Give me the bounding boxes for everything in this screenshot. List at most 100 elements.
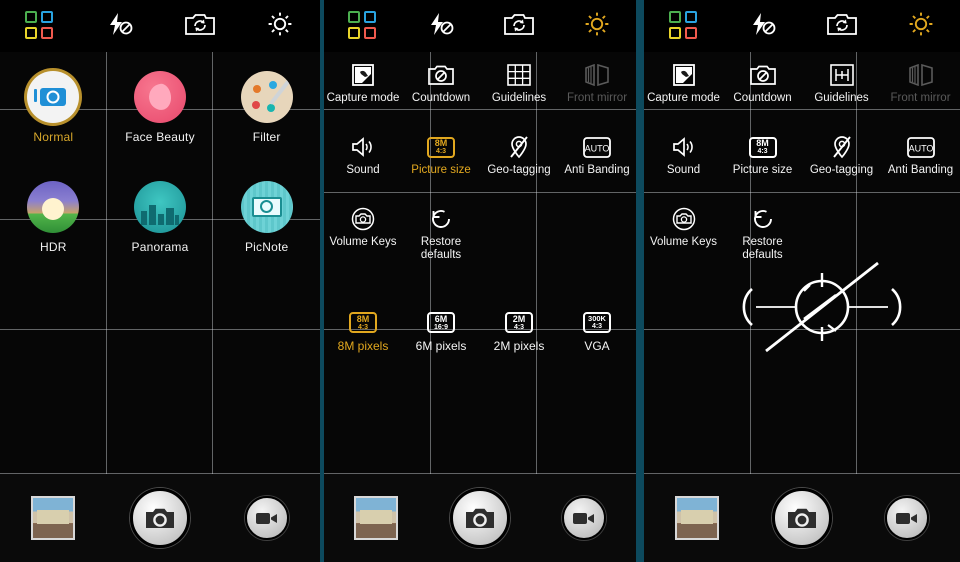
svg-text:AUTO: AUTO [585,143,610,153]
setting-capture-mode[interactable]: Capture mode [324,52,402,124]
front-mirror-icon [906,62,936,88]
video-record-button[interactable] [213,496,320,540]
video-record-button[interactable] [532,496,636,540]
setting-label: Volume Keys [649,236,718,248]
settings-button[interactable] [558,0,636,52]
sound-icon [348,134,378,160]
settings-button[interactable] [881,0,960,52]
mode-picnote-icon [240,180,293,233]
setting-front-mirror[interactable]: Front mirror [881,52,960,124]
shutter-button[interactable] [749,488,854,548]
panel-settings-gesture: Capture mode Countdown Guidelines Front … [640,0,960,562]
setting-label: Sound [346,164,380,176]
setting-guidelines[interactable]: Guidelines [480,52,558,124]
mode-filter-icon [240,70,293,123]
mode-label: HDR [40,239,67,254]
shutter-button[interactable] [428,488,532,548]
chip-resolution: 8M [356,313,370,324]
setting-countdown[interactable]: Countdown [723,52,802,124]
video-record-button[interactable] [855,496,960,540]
viewfinder-p3[interactable]: Capture mode Countdown Guidelines Front … [644,52,960,474]
setting-label: Picture size [732,164,793,176]
top-toolbar-p3 [644,0,960,52]
shutter-button[interactable] [107,488,214,548]
setting-picture-size[interactable]: 8M 4:3 Picture size [723,124,802,196]
setting-geo-tagging[interactable]: Geo-tagging [802,124,881,196]
mode-item-face-beauty[interactable]: Face Beauty [107,52,214,162]
flash-button[interactable] [402,0,480,52]
setting-front-mirror[interactable]: Front mirror [558,52,636,124]
setting-volume-keys[interactable]: Volume Keys [644,196,723,268]
gallery-thumbnail-button[interactable] [644,496,749,540]
setting-label: Capture mode [326,92,400,104]
anti-banding-auto-icon: AUTO [906,134,936,160]
settings-gear-icon [907,10,935,43]
switch-camera-button[interactable] [802,0,881,52]
picture-size-label: VGA [584,339,610,353]
switch-camera-button[interactable] [480,0,558,52]
modes-grid-button[interactable] [324,0,402,52]
setting-anti-banding[interactable]: AUTO Anti Banding [558,124,636,196]
picture-size-option-2m[interactable]: 2M 4:3 2M pixels [480,312,558,353]
picture-size-option-6m[interactable]: 6M 16:9 6M pixels [402,312,480,353]
flash-button[interactable] [80,0,160,52]
chip-resolution: 2M [512,313,526,324]
setting-restore-defaults[interactable]: Restore defaults [723,196,802,268]
flash-button[interactable] [723,0,802,52]
picture-size-option-vga[interactable]: 300K 4:3 VGA [558,312,636,353]
setting-sound[interactable]: Sound [324,124,402,196]
switch-camera-button[interactable] [160,0,240,52]
setting-label: Capture mode [647,92,720,104]
chip-aspect: 4:3 [435,148,447,155]
chip-resolution: 6M [434,313,448,324]
setting-guidelines[interactable]: Guidelines [802,52,881,124]
viewfinder-p2[interactable]: Capture mode Countdown Guidelines Front … [324,52,636,474]
mode-label: Panorama [131,239,189,254]
setting-capture-mode[interactable]: Capture mode [644,52,723,124]
setting-empty-2 [881,196,960,268]
guidelines-center-icon [827,62,857,88]
setting-sound[interactable]: Sound [644,124,723,196]
countdown-icon [426,62,456,88]
setting-label: Anti Banding [887,164,954,176]
camera-app-screenshot: Normal Face Beauty Filter HDR Panorama P… [0,0,960,562]
mode-item-filter[interactable]: Filter [213,52,320,162]
bottom-toolbar-p1 [0,474,320,562]
flash-off-icon [426,11,456,42]
modes-grid-button[interactable] [0,0,80,52]
mode-item-panorama[interactable]: Panorama [107,162,214,272]
setting-label: Restore defaults [420,236,462,261]
panel-mode-chooser: Normal Face Beauty Filter HDR Panorama P… [0,0,320,562]
shutter-icon [771,488,832,548]
setting-countdown[interactable]: Countdown [402,52,480,124]
mode-face-beauty-icon [133,70,186,123]
gallery-thumbnail-button[interactable] [324,496,428,540]
picture-size-icon: 8M 4:3 [748,134,778,160]
setting-empty-1 [802,196,881,268]
setting-anti-banding[interactable]: AUTO Anti Banding [881,124,960,196]
bottom-toolbar-p2 [324,474,636,562]
setting-label: Volume Keys [329,236,397,248]
viewfinder-p1[interactable]: Normal Face Beauty Filter HDR Panorama P… [0,52,320,474]
modes-grid-button[interactable] [644,0,723,52]
last-photo-thumbnail [31,496,76,540]
settings-button[interactable] [240,0,320,52]
settings-gear-icon [266,10,294,43]
mode-item-normal[interactable]: Normal [0,52,107,162]
picture-size-option-8m[interactable]: 8M 4:3 8M pixels [324,312,402,353]
guidelines-grid-icon [504,62,534,88]
gallery-thumbnail-button[interactable] [0,496,107,540]
switch-camera-icon [184,11,216,42]
setting-volume-keys[interactable]: Volume Keys [324,196,402,268]
switch-camera-icon [503,11,535,42]
grid-line-h3 [644,329,960,330]
mode-item-picnote[interactable]: PicNote [213,162,320,272]
setting-picture-size[interactable]: 8M 4:3 Picture size [402,124,480,196]
svg-text:AUTO: AUTO [908,143,933,153]
picture-size-label: 8M pixels [337,339,389,353]
setting-empty-2 [558,196,636,268]
setting-geo-tagging[interactable]: Geo-tagging [480,124,558,196]
front-mirror-icon [582,62,612,88]
setting-restore-defaults[interactable]: Restore defaults [402,196,480,268]
mode-item-hdr[interactable]: HDR [0,162,107,272]
